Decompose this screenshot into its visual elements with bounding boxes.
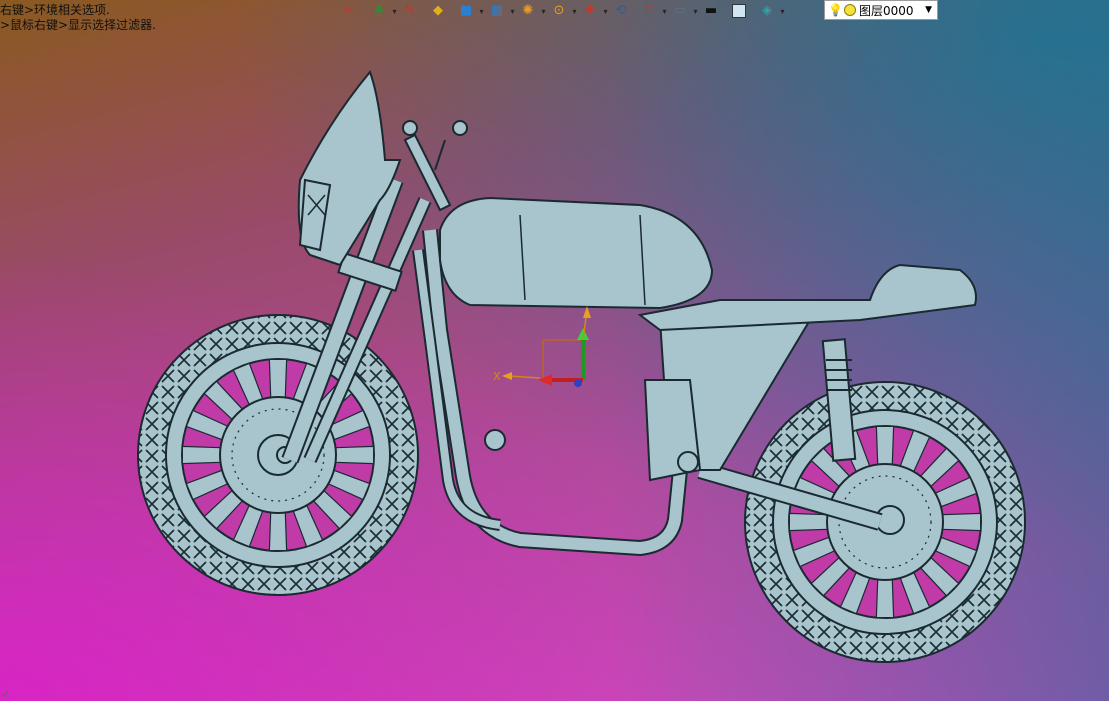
- chevron-down-icon[interactable]: ▾: [540, 7, 547, 16]
- chevron-down-icon[interactable]: ▾: [391, 7, 398, 16]
- cube-button[interactable]: ■: [457, 2, 475, 20]
- rear-wheel: [744, 381, 1026, 663]
- zoom-button[interactable]: ⊙: [550, 2, 568, 20]
- spoke: [181, 445, 222, 465]
- box-shade-icon: ◆: [433, 3, 443, 18]
- spoke: [268, 511, 288, 552]
- assembly-icon: ♣: [373, 3, 385, 18]
- spoke: [788, 512, 829, 532]
- multi-cube-icon: ▦: [490, 3, 504, 18]
- chevron-down-icon[interactable]: ▾: [779, 7, 786, 16]
- spoke: [941, 512, 982, 532]
- layer-plane-button[interactable]: ◈: [758, 2, 776, 20]
- line-color-icon: ▬: [704, 3, 718, 18]
- front-wheel: [137, 314, 419, 596]
- cube-icon: ■: [459, 3, 473, 18]
- section-button[interactable]: ✺: [519, 2, 537, 20]
- section-icon: ✺: [522, 3, 534, 18]
- layer-selector[interactable]: 💡 图层0000 ▼: [824, 0, 938, 20]
- corner-indicator-icon: ✓: [1, 688, 11, 701]
- dimension-button[interactable]: ⊏: [640, 2, 658, 20]
- face-color-icon: [732, 4, 746, 18]
- box-shade-button[interactable]: ◆: [429, 2, 447, 20]
- pen-button[interactable]: ✎: [401, 2, 419, 20]
- view-icon: ⇤: [345, 3, 357, 18]
- layer-color-icon: [844, 4, 856, 16]
- snap-icon: ✚: [584, 3, 596, 18]
- chevron-down-icon[interactable]: ▾: [571, 7, 578, 16]
- spoke: [334, 445, 375, 465]
- line-color-button[interactable]: ▬: [702, 2, 720, 20]
- bulb-icon[interactable]: 💡: [828, 3, 843, 17]
- layer-value: 图层0000: [859, 3, 914, 18]
- chevron-down-icon[interactable]: ▾: [509, 7, 516, 16]
- handlebar: [402, 120, 468, 212]
- spoke: [268, 358, 288, 399]
- chevron-down-icon[interactable]: ▾: [692, 7, 699, 16]
- status-hint-line-2: >鼠标右键>显示选择过滤器.: [0, 18, 156, 32]
- multi-cube-button[interactable]: ▦: [488, 2, 506, 20]
- assembly-button[interactable]: ♣: [370, 2, 388, 20]
- x-axis-label: X: [493, 370, 501, 383]
- chevron-down-icon[interactable]: ▾: [478, 7, 485, 16]
- view-toolbar: ⇤ ♣ ▾ ✎ ◆ ■ ▾ ▦ ▾ ✺ ▾ ⊙ ▾ ✚ ▾ ⟲ ⊏ ▾ ▭ ▾ ▬ ◈ ▾: [342, 0, 786, 22]
- monitor-icon: ▭: [673, 3, 687, 18]
- zoom-icon: ⊙: [553, 3, 565, 18]
- monitor-button[interactable]: ▭: [671, 2, 689, 20]
- view-button[interactable]: ⇤: [342, 2, 360, 20]
- spoke: [875, 425, 895, 466]
- layer-plane-icon: ◈: [762, 3, 772, 18]
- face-color-button[interactable]: [730, 2, 748, 20]
- dimension-icon: ⊏: [643, 3, 655, 18]
- orient-button[interactable]: ⟲: [612, 2, 630, 20]
- snap-button[interactable]: ✚: [581, 2, 599, 20]
- motorcycle-model[interactable]: X: [0, 0, 1109, 701]
- chevron-down-icon[interactable]: ▾: [602, 7, 609, 16]
- spoke: [875, 578, 895, 619]
- chevron-down-icon[interactable]: ▼: [925, 5, 932, 15]
- chevron-down-icon[interactable]: ▾: [661, 7, 668, 16]
- fuel-tank: [439, 196, 714, 310]
- status-hint-line-1: 右键>环境相关选项.: [0, 3, 110, 17]
- coordinate-triad: X: [493, 306, 591, 387]
- orient-icon: ⟲: [615, 3, 627, 18]
- pen-icon: ✎: [404, 3, 416, 18]
